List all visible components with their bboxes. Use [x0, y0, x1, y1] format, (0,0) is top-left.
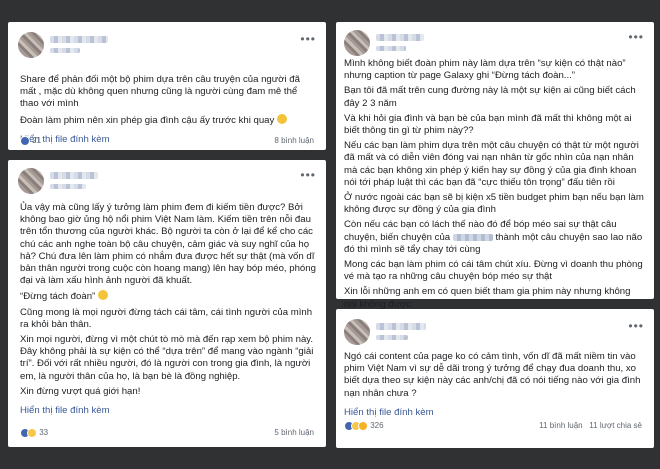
- sad-reaction-icon[interactable]: [27, 428, 37, 438]
- author-name-blurred[interactable]: [50, 172, 98, 179]
- reaction-count[interactable]: 326: [370, 421, 383, 430]
- reaction-count[interactable]: 33: [39, 428, 48, 437]
- post-text: Xin mọi người, đừng vì một chút tò mò mà…: [20, 334, 314, 382]
- post-text: Ủa vậy mà cũng lấy ý tưởng làm phim đem …: [20, 202, 316, 287]
- author-name-blurred[interactable]: [376, 34, 424, 41]
- ellipsis-icon[interactable]: •••: [300, 32, 316, 46]
- post-text: Còn nếu các bạn có lách thế nào đó để bó…: [344, 219, 643, 255]
- post-text: Ngó cái content của page ko có cảm tình,…: [344, 351, 641, 399]
- like-reaction-icon[interactable]: [20, 136, 30, 146]
- avatar[interactable]: [18, 168, 44, 194]
- smile-icon: [276, 113, 287, 124]
- post-text: Share để phản đối một bộ phim dựa trên c…: [20, 74, 300, 110]
- smile-icon: [97, 290, 108, 301]
- comment-count[interactable]: 11 bình luận: [539, 421, 582, 430]
- post-card-3: ••• Mình không biết đoàn phim này làm dự…: [336, 22, 654, 310]
- comment-count[interactable]: 8 bình luận: [274, 136, 314, 145]
- avatar[interactable]: [18, 32, 44, 58]
- post-footer: 33 5 bình luận: [20, 428, 314, 438]
- see-attachment-link[interactable]: Hiển thị file đính kèm: [20, 405, 110, 416]
- post-text: Mong các bạn làm phim có cái tâm chút xí…: [344, 259, 643, 283]
- see-attachment-link[interactable]: Hiển thị file đính kèm: [344, 407, 434, 418]
- post-text: Và khi hỏi gia đình và bạn bè của bạn mì…: [344, 112, 632, 137]
- avatar[interactable]: [344, 319, 370, 345]
- post-text: “Đừng tách đoàn”: [20, 290, 316, 303]
- ellipsis-icon[interactable]: •••: [628, 319, 644, 333]
- reaction-count[interactable]: 21: [32, 136, 41, 145]
- timestamp-blurred[interactable]: [50, 184, 86, 189]
- post-card-2: ••• Ủa vậy mà cũng lấy ý tưởng làm phim …: [8, 160, 326, 447]
- author-name-blurred[interactable]: [376, 323, 426, 330]
- post-text: Mình không biết đoàn phim này làm dựa tr…: [344, 58, 626, 82]
- post-footer: 326 11 bình luận 11 lượt chia sẻ: [344, 421, 642, 431]
- comment-count[interactable]: 5 bình luận: [274, 428, 314, 437]
- post-text: Bạn tôi đã mất trên cung đường này là mộ…: [344, 85, 636, 109]
- post-card-4: ••• Ngó cái content của page ko có cảm t…: [336, 309, 654, 448]
- post-footer: 21 8 bình luận: [20, 136, 314, 146]
- share-count[interactable]: 11 lượt chia sẻ: [589, 421, 642, 430]
- timestamp-blurred[interactable]: [376, 335, 408, 340]
- haha-reaction-icon[interactable]: [358, 421, 368, 431]
- post-text: Xin đừng vượt quá giới hạn!: [20, 385, 141, 397]
- post-text: Nếu các bạn làm phim dựa trên một câu ch…: [344, 140, 639, 188]
- post-card-1: ••• Share để phản đối một bộ phim dựa tr…: [8, 22, 326, 150]
- timestamp-blurred[interactable]: [376, 46, 406, 51]
- post-text: Xin lỗi những anh em có quen biết tham g…: [344, 286, 631, 310]
- post-text: Ở nước ngoài các bạn sẽ bị kiện x5 tiền …: [344, 192, 644, 216]
- ellipsis-icon[interactable]: •••: [300, 168, 316, 182]
- avatar[interactable]: [344, 30, 370, 56]
- timestamp-blurred[interactable]: [50, 48, 80, 53]
- post-text: Đoàn làm phim nên xin phép gia đình cậu …: [20, 113, 316, 127]
- ellipsis-icon[interactable]: •••: [628, 30, 644, 44]
- post-text: Cũng mong là mọi người đừng tách cái tâm…: [20, 306, 313, 330]
- author-name-blurred[interactable]: [50, 36, 108, 43]
- redacted-name: [452, 233, 493, 241]
